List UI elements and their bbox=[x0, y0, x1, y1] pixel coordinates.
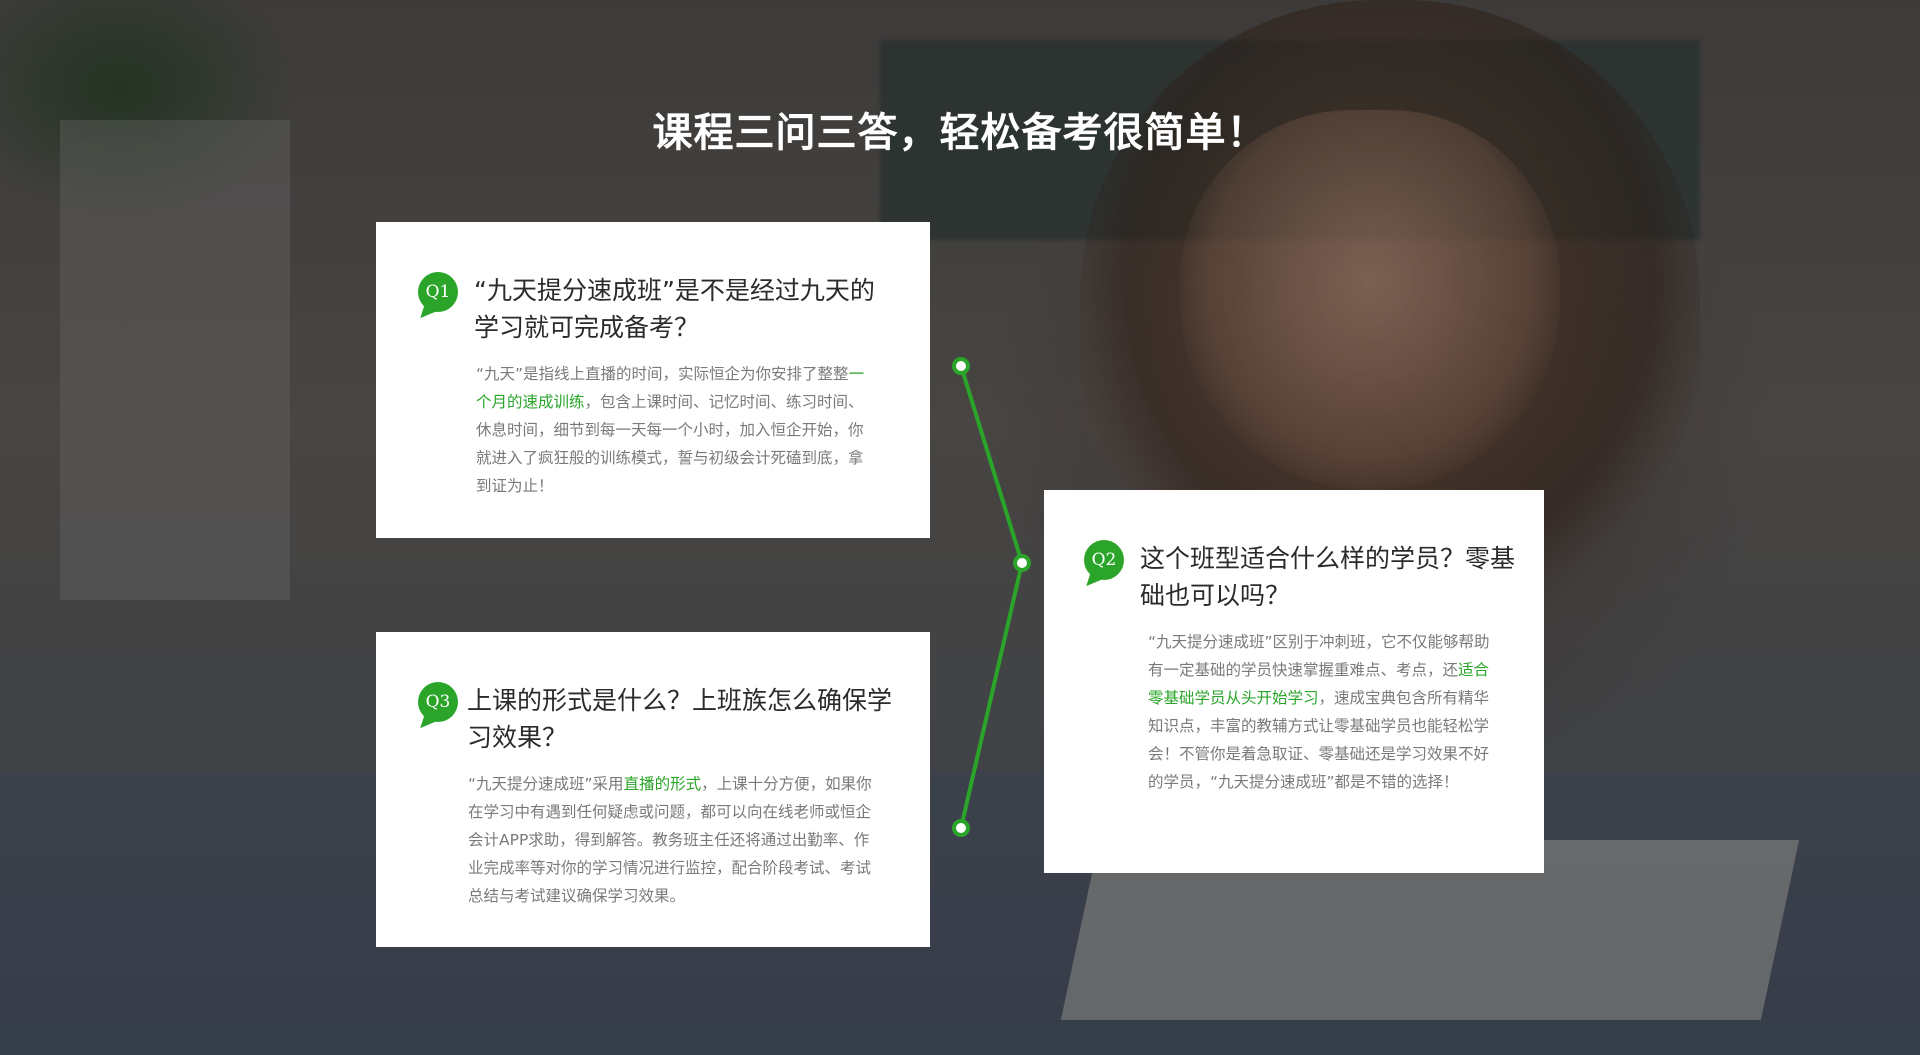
qa-section: 课程三问三答，轻松备考很简单！ Q1 “九天提分速成班”是不是经过九天的学习就可… bbox=[0, 0, 1920, 1055]
qa-card-q2: Q2 这个班型适合什么样的学员？零基础也可以吗？ “九天提分速成班”区别于冲刺班… bbox=[1044, 490, 1544, 873]
q1-answer: “九天”是指线上直播的时间，实际恒企为你安排了整整一个月的速成训练，包含上课时间… bbox=[476, 360, 876, 500]
q2-question: 这个班型适合什么样的学员？零基础也可以吗？ bbox=[1140, 544, 1516, 610]
q3-answer: “九天提分速成班”采用直播的形式，上课十分方便，如果你在学习中有遇到任何疑虑或问… bbox=[468, 770, 880, 910]
q3-question: 上课的形式是什么？上班族怎么确保学习效果？ bbox=[467, 686, 893, 752]
q3-answer-highlight: 直播的形式 bbox=[623, 775, 702, 793]
q3-answer-text: “九天提分速成班”采用 bbox=[468, 775, 624, 793]
q3-answer-text-rest: ，上课十分方便，如果你在学习中有遇到任何疑虑或问题，都可以向在线老师或恒企会计A… bbox=[468, 775, 872, 905]
q2-answer: “九天提分速成班”区别于冲刺班，它不仅能够帮助有一定基础的学员快速掌握重难点、考… bbox=[1148, 628, 1504, 796]
q2-badge-icon: Q2 bbox=[1084, 540, 1124, 580]
q2-answer-text: “九天提分速成班”区别于冲刺班，它不仅能够帮助有一定基础的学员快速掌握重难点、考… bbox=[1148, 633, 1490, 679]
q1-answer-text: “九天”是指线上直播的时间，实际恒企为你安排了整整 bbox=[476, 365, 849, 383]
q3-badge-icon: Q3 bbox=[418, 682, 458, 722]
q1-badge-icon: Q1 bbox=[418, 272, 458, 312]
page-title: 课程三问三答，轻松备考很简单！ bbox=[652, 110, 1268, 156]
qa-card-q3: Q3 上课的形式是什么？上班族怎么确保学习效果？ “九天提分速成班”采用直播的形… bbox=[376, 632, 930, 947]
background-overlay bbox=[0, 0, 1920, 1055]
q1-question: “九天提分速成班”是不是经过九天的学习就可完成备考？ bbox=[474, 276, 875, 342]
qa-card-q1: Q1 “九天提分速成班”是不是经过九天的学习就可完成备考？ “九天”是指线上直播… bbox=[376, 222, 930, 538]
